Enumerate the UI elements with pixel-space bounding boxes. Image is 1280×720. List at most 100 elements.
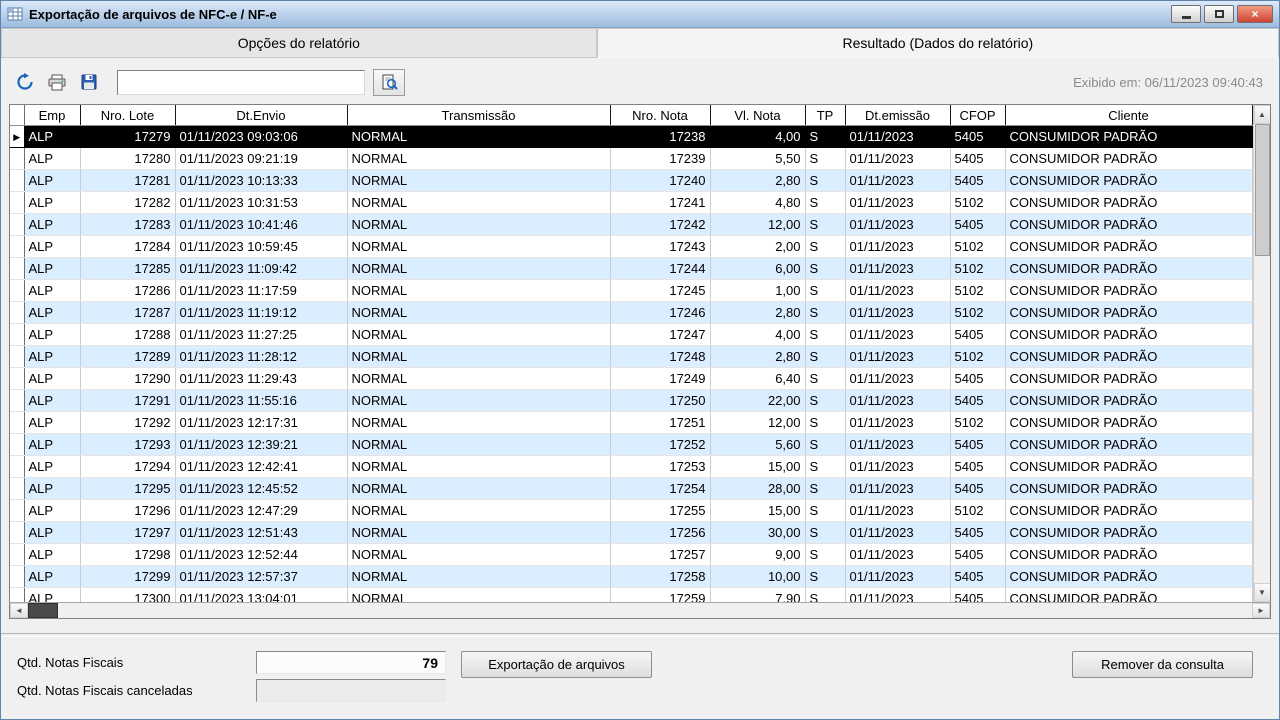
export-files-button[interactable]: Exportação de arquivos (461, 651, 652, 678)
close-button[interactable]: × (1237, 5, 1273, 23)
column-header-dt-emissao[interactable]: Dt.emissão (845, 105, 950, 126)
column-header-vl-nota[interactable]: Vl. Nota (710, 105, 805, 126)
data-grid: EmpNro. LoteDt.EnvioTransmissãoNro. Nota… (9, 104, 1271, 619)
grid-cell-vl-nota: 7,90 (710, 588, 805, 603)
horizontal-scrollbar-track[interactable] (58, 603, 1252, 618)
table-row[interactable]: ALP1728001/11/2023 09:21:19NORMAL172395,… (10, 148, 1252, 170)
grid-cell-dt-emissao: 01/11/2023 (845, 412, 950, 434)
grid-cell-transmissao: NORMAL (347, 192, 610, 214)
grid-cell-dt-emissao: 01/11/2023 (845, 566, 950, 588)
qtd-canceladas-label: Qtd. Notas Fiscais canceladas (17, 683, 193, 698)
table-row[interactable]: ALP1728801/11/2023 11:27:25NORMAL172474,… (10, 324, 1252, 346)
grid-cell-dt-envio: 01/11/2023 09:21:19 (175, 148, 347, 170)
grid-cell-emp: ALP (24, 126, 80, 148)
vertical-scrollbar-thumb[interactable] (1255, 124, 1270, 256)
grid-cell-cliente: CONSUMIDOR PADRÃO (1005, 456, 1252, 478)
grid-header-row: EmpNro. LoteDt.EnvioTransmissãoNro. Nota… (10, 105, 1252, 126)
grid-cell-vl-nota: 5,50 (710, 148, 805, 170)
grid-cell-nro-lote: 17282 (80, 192, 175, 214)
row-indicator (10, 280, 24, 302)
remove-from-query-button[interactable]: Remover da consulta (1072, 651, 1253, 678)
column-header-emp[interactable]: Emp (24, 105, 80, 126)
vertical-scrollbar[interactable]: ▲ ▼ (1253, 105, 1271, 602)
tab-resultado-dados-do-relatorio[interactable]: Resultado (Dados do relatório) (597, 28, 1279, 58)
grid-cell-dt-emissao: 01/11/2023 (845, 368, 950, 390)
grid-cell-cliente: CONSUMIDOR PADRÃO (1005, 368, 1252, 390)
grid-cell-dt-emissao: 01/11/2023 (845, 522, 950, 544)
grid-cell-dt-emissao: 01/11/2023 (845, 544, 950, 566)
table-row[interactable]: ▶ALP1727901/11/2023 09:03:06NORMAL172384… (10, 126, 1252, 148)
grid-cell-vl-nota: 12,00 (710, 412, 805, 434)
table-row[interactable]: ALP1728201/11/2023 10:31:53NORMAL172414,… (10, 192, 1252, 214)
grid-cell-nro-nota: 17242 (610, 214, 710, 236)
grid-cell-vl-nota: 5,60 (710, 434, 805, 456)
grid-cell-nro-nota: 17252 (610, 434, 710, 456)
minimize-button[interactable] (1171, 5, 1201, 23)
table-row[interactable]: ALP1729501/11/2023 12:45:52NORMAL1725428… (10, 478, 1252, 500)
horizontal-scrollbar[interactable]: ◄ ► (9, 602, 1271, 619)
column-header-cliente[interactable]: Cliente (1005, 105, 1252, 126)
table-row[interactable]: ALP1729701/11/2023 12:51:43NORMAL1725630… (10, 522, 1252, 544)
tab-opcoes-do-relatorio[interactable]: Opções do relatório (1, 28, 597, 58)
grid-cell-transmissao: NORMAL (347, 434, 610, 456)
grid-cell-cfop: 5405 (950, 456, 1005, 478)
table-row[interactable]: ALP1728101/11/2023 10:13:33NORMAL172402,… (10, 170, 1252, 192)
print-button[interactable] (45, 70, 69, 94)
column-header-dt-envio[interactable]: Dt.Envio (175, 105, 347, 126)
grid-cell-tp: S (805, 500, 845, 522)
close-icon: × (1251, 8, 1258, 20)
grid-cell-dt-emissao: 01/11/2023 (845, 346, 950, 368)
scroll-down-button[interactable]: ▼ (1254, 583, 1271, 602)
table-row[interactable]: ALP1729401/11/2023 12:42:41NORMAL1725315… (10, 456, 1252, 478)
grid-cell-nro-lote: 17300 (80, 588, 175, 603)
table-row[interactable]: ALP1729901/11/2023 12:57:37NORMAL1725810… (10, 566, 1252, 588)
grid-cell-emp: ALP (24, 390, 80, 412)
scroll-right-button[interactable]: ► (1252, 603, 1270, 618)
table-row[interactable]: ALP1729301/11/2023 12:39:21NORMAL172525,… (10, 434, 1252, 456)
table-row[interactable]: ALP1729601/11/2023 12:47:29NORMAL1725515… (10, 500, 1252, 522)
scroll-up-button[interactable]: ▲ (1254, 105, 1271, 124)
table-row[interactable]: ALP1729201/11/2023 12:17:31NORMAL1725112… (10, 412, 1252, 434)
table-row[interactable]: ALP1728601/11/2023 11:17:59NORMAL172451,… (10, 280, 1252, 302)
grid-cell-nro-lote: 17288 (80, 324, 175, 346)
grid-cell-transmissao: NORMAL (347, 258, 610, 280)
save-icon (81, 74, 97, 90)
titlebar[interactable]: Exportação de arquivos de NFC-e / NF-e × (1, 1, 1279, 28)
column-header-transmissao[interactable]: Transmissão (347, 105, 610, 126)
grid-cell-cfop: 5405 (950, 588, 1005, 603)
table-row[interactable]: ALP1728501/11/2023 11:09:42NORMAL172446,… (10, 258, 1252, 280)
grid-cell-tp: S (805, 390, 845, 412)
save-button[interactable] (77, 70, 101, 94)
grid-cell-emp: ALP (24, 434, 80, 456)
table-row[interactable]: ALP1730001/11/2023 13:04:01NORMAL172597,… (10, 588, 1252, 603)
row-indicator (10, 368, 24, 390)
column-header-cfop[interactable]: CFOP (950, 105, 1005, 126)
maximize-button[interactable] (1204, 5, 1234, 23)
table-row[interactable]: ALP1728401/11/2023 10:59:45NORMAL172432,… (10, 236, 1252, 258)
table-row[interactable]: ALP1729101/11/2023 11:55:16NORMAL1725022… (10, 390, 1252, 412)
horizontal-scrollbar-thumb[interactable] (28, 603, 58, 618)
table-row[interactable]: ALP1729001/11/2023 11:29:43NORMAL172496,… (10, 368, 1252, 390)
grid-cell-dt-emissao: 01/11/2023 (845, 192, 950, 214)
grid-cell-nro-nota: 17257 (610, 544, 710, 566)
filter-input[interactable] (117, 70, 365, 95)
table-row[interactable]: ALP1728301/11/2023 10:41:46NORMAL1724212… (10, 214, 1252, 236)
grid-cell-transmissao: NORMAL (347, 456, 610, 478)
grid-cell-nro-nota: 17239 (610, 148, 710, 170)
scroll-left-button[interactable]: ◄ (10, 603, 28, 618)
refresh-button[interactable] (13, 70, 37, 94)
grid-cell-dt-emissao: 01/11/2023 (845, 324, 950, 346)
table-row[interactable]: ALP1729801/11/2023 12:52:44NORMAL172579,… (10, 544, 1252, 566)
preview-button[interactable] (373, 69, 405, 96)
grid-cell-cliente: CONSUMIDOR PADRÃO (1005, 302, 1252, 324)
table-row[interactable]: ALP1728901/11/2023 11:28:12NORMAL172482,… (10, 346, 1252, 368)
column-header-nro-lote[interactable]: Nro. Lote (80, 105, 175, 126)
table-row[interactable]: ALP1728701/11/2023 11:19:12NORMAL172462,… (10, 302, 1252, 324)
grid-cell-tp: S (805, 280, 845, 302)
grid-cell-nro-lote: 17280 (80, 148, 175, 170)
column-header-nro-nota[interactable]: Nro. Nota (610, 105, 710, 126)
vertical-scrollbar-track[interactable] (1254, 256, 1271, 583)
grid-cell-emp: ALP (24, 148, 80, 170)
column-header-tp[interactable]: TP (805, 105, 845, 126)
grid-cell-nro-nota: 17244 (610, 258, 710, 280)
